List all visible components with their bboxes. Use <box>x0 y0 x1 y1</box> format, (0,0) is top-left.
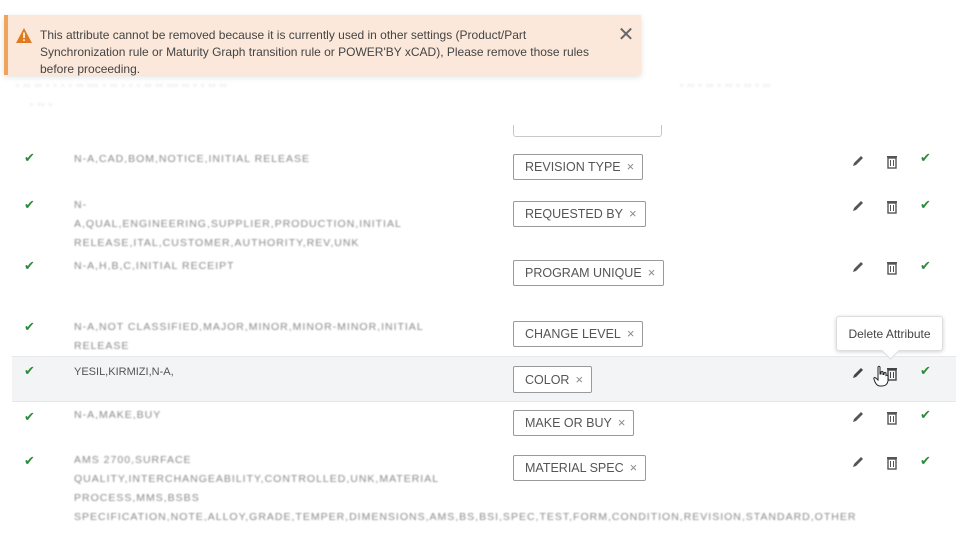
attribute-values: N-A,MAKE,BUY <box>74 409 162 421</box>
attribute-row: ✔ N-A,NOT CLASSIFIED,MAJOR,MINOR,MINOR-M… <box>12 314 956 354</box>
trash-icon[interactable] <box>884 409 900 425</box>
previous-attribute-tag <box>513 125 662 137</box>
attribute-tag-label: REVISION TYPE <box>525 160 621 174</box>
edit-icon[interactable] <box>850 409 866 425</box>
edit-icon[interactable] <box>850 198 866 214</box>
attribute-values: N-A,H,B,C,INITIAL RECEIPT <box>74 260 235 272</box>
confirm-icon[interactable]: ✔ <box>920 408 936 424</box>
edit-icon[interactable] <box>850 454 866 470</box>
checkmark-icon: ✔ <box>24 454 35 469</box>
remove-tag-icon[interactable]: × <box>630 460 638 475</box>
attribute-values: N-A,QUAL,ENGINEERING,SUPPLIER,PRODUCTION… <box>74 199 402 249</box>
checkmark-icon: ✔ <box>24 151 35 166</box>
attribute-values: N-A,NOT CLASSIFIED,MAJOR,MINOR,MINOR-MIN… <box>74 321 424 352</box>
attribute-tag[interactable]: PROGRAM UNIQUE × <box>513 260 665 286</box>
attribute-tag[interactable]: COLOR × <box>513 366 593 393</box>
attribute-tag[interactable]: MAKE OR BUY × <box>513 410 635 436</box>
remove-tag-icon[interactable]: × <box>627 159 635 174</box>
background-text: . .. . .. . .. . .. . .. <box>680 78 771 89</box>
confirm-icon[interactable]: ✔ <box>920 454 936 470</box>
attribute-tag-label: CHANGE LEVEL <box>525 327 621 341</box>
edit-icon[interactable] <box>850 153 866 169</box>
attribute-tag[interactable]: REQUESTED BY × <box>513 201 646 227</box>
attribute-row: ✔ AMS 2700,SURFACE QUALITY,INTERCHANGEAB… <box>12 450 956 549</box>
error-alert-banner: This attribute cannot be removed because… <box>4 15 641 76</box>
remove-tag-icon[interactable]: × <box>618 415 626 430</box>
attribute-tag-label: COLOR <box>525 373 570 387</box>
checkmark-icon: ✔ <box>24 198 35 213</box>
background-text: . .. .. . . . . .. ... . .. . . . .. .. … <box>16 78 228 89</box>
trash-icon[interactable] <box>884 259 900 275</box>
warning-icon <box>16 28 32 43</box>
checkmark-icon: ✔ <box>24 320 35 335</box>
attribute-tag-label: MAKE OR BUY <box>525 416 612 430</box>
hand-cursor-icon <box>873 365 889 387</box>
attribute-tag-label: MATERIAL SPEC <box>525 461 624 475</box>
attribute-tag[interactable]: REVISION TYPE × <box>513 154 644 180</box>
attribute-row: ✔ N-A,H,B,C,INITIAL RECEIPT PROGRAM UNIQ… <box>12 253 956 293</box>
confirm-icon[interactable]: ✔ <box>920 364 936 380</box>
attribute-row-hovered: ✔ YESIL,KIRMIZI,N-A, COLOR × ✔ <box>12 356 956 402</box>
remove-tag-icon[interactable]: × <box>648 265 656 280</box>
attribute-tag-label: PROGRAM UNIQUE <box>525 266 642 280</box>
background-text: . .. . <box>30 97 53 108</box>
confirm-icon[interactable]: ✔ <box>920 198 936 214</box>
attribute-tag[interactable]: CHANGE LEVEL × <box>513 321 644 347</box>
attribute-tag-label: REQUESTED BY <box>525 207 623 221</box>
alert-message: This attribute cannot be removed because… <box>40 28 589 76</box>
attribute-values: AMS 2700,SURFACE QUALITY,INTERCHANGEABIL… <box>74 454 857 523</box>
attribute-row: ✔ N-A,MAKE,BUY MAKE OR BUY × ✔ <box>12 404 956 444</box>
trash-icon[interactable] <box>884 454 900 470</box>
confirm-icon[interactable]: ✔ <box>920 151 936 167</box>
attribute-row: ✔ N-A,QUAL,ENGINEERING,SUPPLIER,PRODUCTI… <box>12 192 956 249</box>
attribute-row: ✔ N-A,CAD,BOM,NOTICE,INITIAL RELEASE REV… <box>12 145 956 185</box>
attribute-tag[interactable]: MATERIAL SPEC × <box>513 455 647 481</box>
confirm-icon[interactable]: ✔ <box>920 259 936 275</box>
checkmark-icon: ✔ <box>24 364 35 379</box>
trash-icon[interactable] <box>884 198 900 214</box>
attribute-values: N-A,CAD,BOM,NOTICE,INITIAL RELEASE <box>74 153 311 165</box>
trash-icon[interactable] <box>884 153 900 169</box>
remove-tag-icon[interactable]: × <box>629 206 637 221</box>
remove-tag-icon[interactable]: × <box>575 372 583 387</box>
delete-attribute-tooltip: Delete Attribute <box>836 316 943 351</box>
checkmark-icon: ✔ <box>24 259 35 274</box>
checkmark-icon: ✔ <box>24 410 35 425</box>
edit-icon[interactable] <box>850 365 866 381</box>
edit-icon[interactable] <box>850 259 866 275</box>
close-icon[interactable]: ✕ <box>617 24 635 44</box>
attribute-values: YESIL,KIRMIZI,N-A, <box>74 366 174 378</box>
remove-tag-icon[interactable]: × <box>627 326 635 341</box>
